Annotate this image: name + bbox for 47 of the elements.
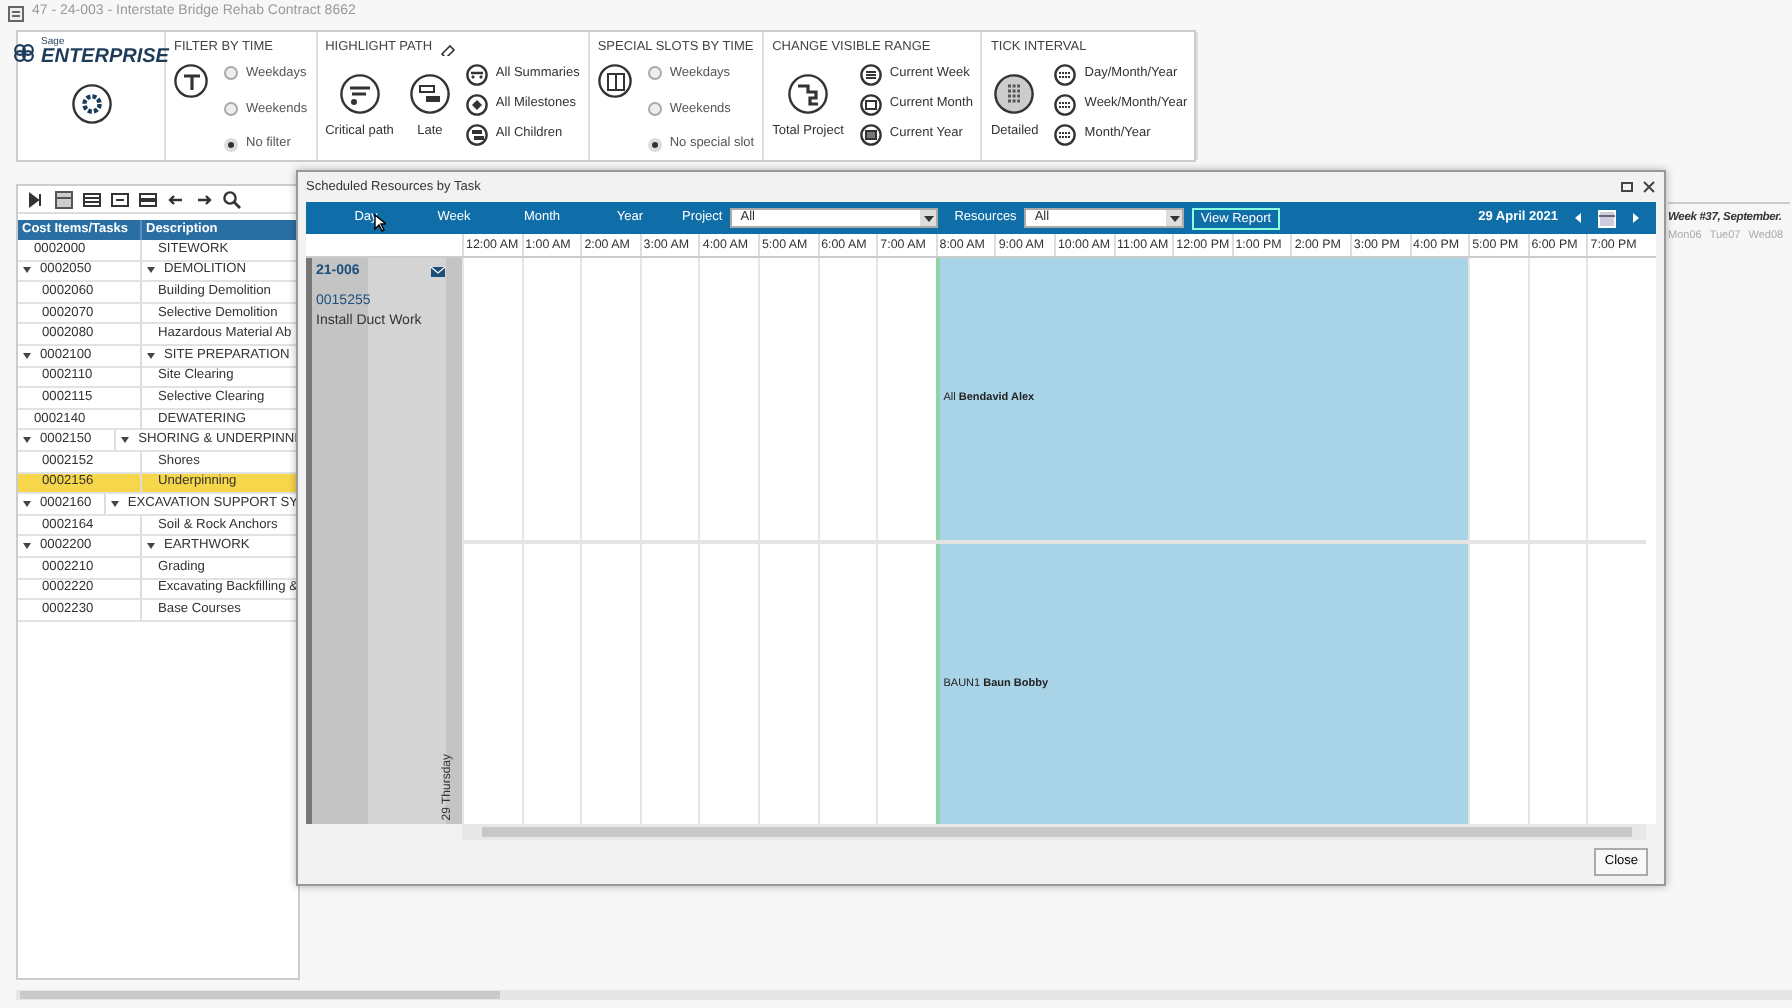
logo-text: ENTERPRISE <box>41 48 169 68</box>
envelope-icon[interactable] <box>430 266 446 279</box>
caret-icon[interactable] <box>22 266 32 275</box>
eraser-icon[interactable] <box>440 44 457 57</box>
milestone-icon[interactable] <box>465 93 488 116</box>
app-icon <box>8 5 24 21</box>
filter-icon[interactable] <box>174 63 208 98</box>
month-icon[interactable] <box>859 93 882 116</box>
horizontal-scrollbar[interactable] <box>16 988 1792 1002</box>
logo-icon <box>13 44 34 62</box>
caret-icon[interactable] <box>109 499 120 508</box>
next-icon[interactable] <box>1632 212 1640 224</box>
timescale-icon[interactable] <box>1054 93 1077 116</box>
caret-icon[interactable] <box>146 351 156 360</box>
timescale-icon[interactable] <box>1054 63 1077 86</box>
children-icon[interactable] <box>465 123 488 146</box>
table-icon[interactable] <box>110 189 130 209</box>
caret-icon[interactable] <box>923 215 934 221</box>
horizontal-scrollbar[interactable] <box>462 824 1646 840</box>
week-icon[interactable] <box>859 63 882 86</box>
close-icon[interactable] <box>1642 180 1656 194</box>
previous-icon[interactable] <box>1574 212 1582 224</box>
grid-icon[interactable] <box>994 73 1035 114</box>
caret-icon[interactable] <box>146 542 156 551</box>
table-icon[interactable] <box>82 189 102 209</box>
caret-icon[interactable] <box>22 499 32 508</box>
critical-path-icon[interactable] <box>339 73 380 114</box>
right-arrow-icon[interactable] <box>194 189 214 209</box>
maximize-icon[interactable] <box>1620 180 1634 194</box>
late-tasks-icon[interactable] <box>409 73 450 114</box>
caret-icon[interactable] <box>120 436 131 445</box>
gantt-icon[interactable] <box>788 73 828 114</box>
caret-icon[interactable] <box>22 351 32 360</box>
caret-icon[interactable] <box>22 542 32 551</box>
calendar-icon[interactable] <box>597 63 632 98</box>
timescale-icon[interactable] <box>1054 123 1077 146</box>
caret-icon[interactable] <box>22 436 32 445</box>
caret-icon[interactable] <box>1169 215 1180 221</box>
summary-bar-icon[interactable] <box>465 63 488 86</box>
caret-icon[interactable] <box>146 266 156 275</box>
left-arrow-icon[interactable] <box>166 189 186 209</box>
year-icon[interactable] <box>859 123 882 146</box>
search-icon[interactable] <box>222 189 242 209</box>
table-icon[interactable] <box>138 189 158 209</box>
table-icon[interactable] <box>54 189 74 209</box>
settings-icon[interactable] <box>71 84 111 124</box>
skip-icon[interactable] <box>26 189 46 209</box>
